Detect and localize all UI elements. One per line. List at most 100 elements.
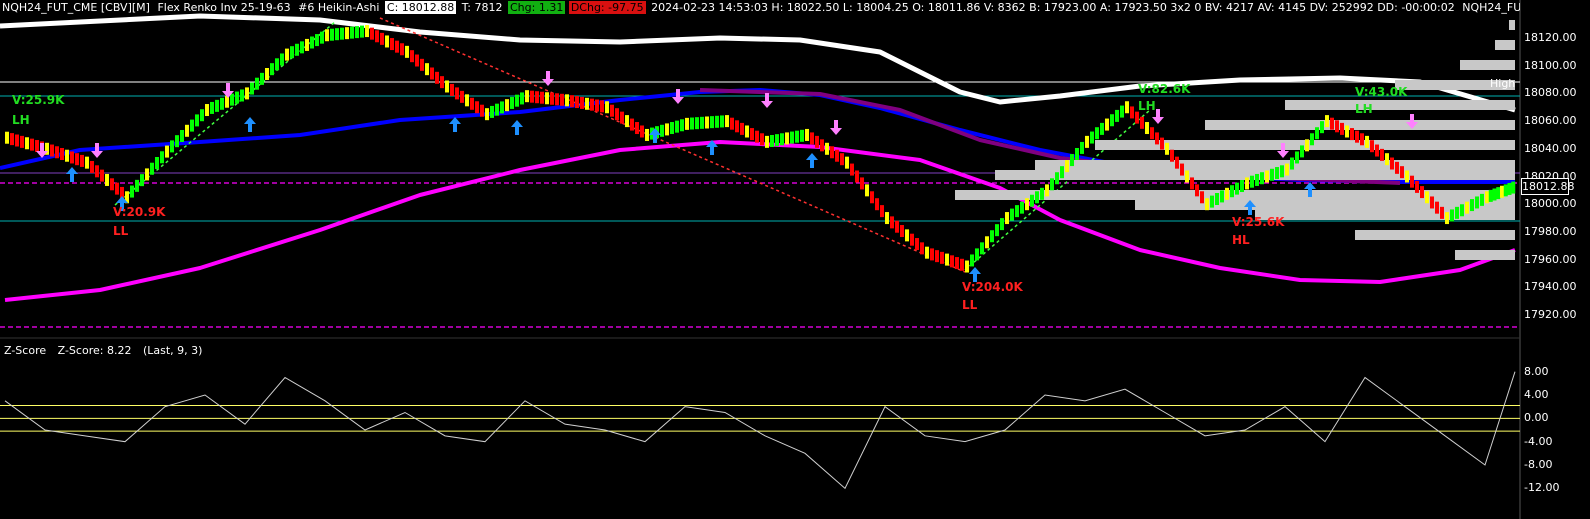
renko-brick <box>490 105 494 118</box>
renko-brick <box>970 254 974 267</box>
renko-brick <box>570 95 574 108</box>
style-label: #6 Heikin-Ashi <box>298 1 380 14</box>
renko-brick <box>190 119 194 132</box>
renko-brick <box>1450 209 1454 222</box>
renko-brick <box>245 87 249 100</box>
renko-brick <box>685 117 689 130</box>
renko-brick <box>1375 144 1379 157</box>
renko-brick <box>1095 127 1099 140</box>
renko-brick <box>170 140 174 153</box>
zscore-params: (Last, 9, 3) <box>142 344 203 357</box>
renko-brick <box>1335 120 1339 133</box>
renko-brick <box>810 132 814 145</box>
renko-brick <box>1060 166 1064 179</box>
renko-brick <box>250 82 254 95</box>
renko-brick <box>765 135 769 148</box>
renko-brick <box>415 54 419 67</box>
renko-brick <box>1275 167 1279 180</box>
renko-brick <box>1015 205 1019 218</box>
renko-brick <box>700 116 704 129</box>
volume-profile-bar <box>1355 230 1515 240</box>
renko-brick <box>715 115 719 128</box>
renko-brick <box>1075 147 1079 160</box>
renko-brick <box>590 98 594 111</box>
renko-brick <box>280 53 284 66</box>
renko-brick <box>445 80 449 93</box>
renko-brick <box>1265 170 1269 183</box>
renko-brick <box>1488 189 1493 202</box>
renko-brick <box>70 151 74 164</box>
renko-brick <box>365 25 369 38</box>
renko-brick <box>510 96 514 109</box>
chg-value: Chg: 1.31 <box>507 1 566 14</box>
renko-brick <box>160 151 164 164</box>
renko-brick <box>580 96 584 109</box>
swing-annotation-label: V:43.0K <box>1355 85 1408 99</box>
zscore-line <box>4 371 1516 490</box>
renko-brick <box>740 122 744 135</box>
renko-brick <box>360 25 364 38</box>
zscore-value: Z-Score: 8.22 <box>57 344 132 357</box>
renko-brick <box>985 236 989 249</box>
renko-brick <box>210 101 214 114</box>
renko-brick <box>1125 101 1129 114</box>
renko-brick <box>940 251 944 264</box>
renko-brick <box>460 90 464 103</box>
renko-brick <box>1330 117 1334 130</box>
renko-brick <box>610 104 614 117</box>
renko-brick <box>1260 172 1264 185</box>
renko-brick <box>1355 130 1359 143</box>
renko-brick <box>1485 191 1489 204</box>
renko-brick <box>340 27 344 40</box>
swing-annotation-label: V:25.9K <box>12 93 65 107</box>
renko-brick <box>755 130 759 143</box>
renko-brick <box>1380 148 1384 161</box>
renko-brick <box>215 99 219 112</box>
renko-brick <box>795 130 799 143</box>
renko-brick <box>1460 204 1464 217</box>
renko-brick <box>875 198 879 211</box>
renko-brick <box>390 38 394 51</box>
volume-profile-bar <box>1205 120 1515 130</box>
renko-brick <box>95 165 99 178</box>
renko-brick <box>930 248 934 261</box>
renko-brick <box>1140 116 1144 129</box>
renko-brick <box>1100 122 1104 135</box>
renko-brick <box>470 97 474 110</box>
renko-brick <box>205 104 209 117</box>
renko-brick <box>345 27 349 40</box>
renko-brick <box>1175 156 1179 169</box>
renko-brick <box>1185 170 1189 183</box>
renko-brick <box>1195 184 1199 197</box>
price-tick-label: 17920.00 <box>1524 308 1577 321</box>
renko-brick <box>50 144 54 157</box>
volume-profile-bar <box>1495 40 1515 50</box>
renko-brick <box>525 90 529 103</box>
renko-brick <box>705 116 709 129</box>
renko-brick <box>275 58 279 71</box>
renko-brick <box>1480 193 1484 206</box>
renko-brick <box>680 119 684 132</box>
renko-brick <box>15 134 19 147</box>
renko-brick <box>910 233 914 246</box>
renko-brick <box>200 109 204 122</box>
renko-brick <box>440 76 444 89</box>
renko-brick <box>355 26 359 39</box>
renko-brick <box>150 162 154 175</box>
renko-brick <box>1190 177 1194 190</box>
renko-brick <box>1115 109 1119 122</box>
renko-brick <box>1215 193 1219 206</box>
renko-brick <box>495 103 499 116</box>
renko-brick <box>1000 218 1004 231</box>
renko-brick <box>720 115 724 128</box>
renko-brick <box>865 184 869 197</box>
renko-brick <box>565 94 569 107</box>
renko-brick <box>500 101 504 114</box>
renko-brick <box>1210 195 1214 208</box>
zscore-name: Z-Score <box>4 344 47 357</box>
renko-brick <box>800 129 804 142</box>
sell-arrow-icon <box>761 93 773 108</box>
renko-brick <box>555 93 559 106</box>
renko-brick <box>1325 115 1329 128</box>
renko-brick <box>785 132 789 145</box>
